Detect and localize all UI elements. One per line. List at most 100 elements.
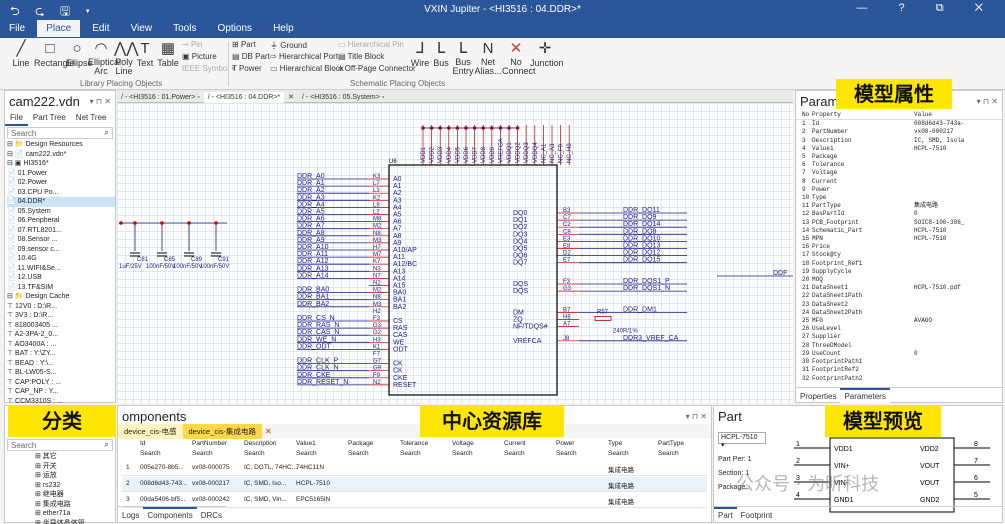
category-item[interactable]: ⊞ 运放 — [35, 471, 115, 481]
column-header[interactable]: Current — [504, 440, 526, 447]
property-row[interactable]: 28 ThreeDModel — [796, 342, 1002, 350]
column-search-input[interactable]: Search — [658, 450, 679, 457]
db-part-tool[interactable]: ▤ DB Part — [232, 52, 270, 61]
tab-footprint[interactable]: Footprint — [737, 509, 777, 522]
column-search-input[interactable]: Search — [296, 450, 317, 457]
property-row[interactable]: 14 Schematic_Part HCPL-7510 — [796, 227, 1002, 235]
column-search-input[interactable]: Search — [400, 450, 421, 457]
column-search-input[interactable]: Search — [192, 450, 213, 457]
category-item[interactable]: ⊞ rs232 — [35, 481, 115, 491]
property-row[interactable]: 16 Price — [796, 243, 1002, 251]
property-row[interactable]: 6 Tolerance — [796, 161, 1002, 169]
tree-item[interactable]: 📄 13.TF&SIM — [7, 283, 115, 293]
hierarchical-port-tool[interactable]: ⇨ Hierarchical Port — [270, 52, 338, 61]
tree-item[interactable]: ⊤ BEAD : Y:\... — [7, 359, 115, 369]
property-row[interactable]: 13 PCB_Footprint SOIC8-100-386_ — [796, 219, 1002, 227]
close-icon[interactable]: ✕ — [265, 427, 272, 436]
column-header[interactable]: Value1 — [296, 440, 316, 447]
tab-file[interactable]: File — [5, 111, 28, 126]
property-row[interactable]: 1 Id 008d6d43-743a- — [796, 120, 1002, 128]
elliptical-arc-tool[interactable]: ◠ Elliptical Arc — [88, 40, 121, 76]
column-header[interactable]: Description — [244, 440, 277, 447]
tab-drcs[interactable]: DRCs — [197, 509, 226, 522]
property-row[interactable]: 9 Power — [796, 186, 1002, 194]
property-row[interactable]: 7 Voltage — [796, 169, 1002, 177]
menu-place[interactable]: Place — [37, 20, 81, 37]
power-tool[interactable]: T Power — [232, 64, 262, 73]
property-row[interactable]: 12 BasPartId 0 — [796, 210, 1002, 218]
panel-pin-icon[interactable]: ▾ ⊓ ✕ — [90, 97, 111, 106]
tree-item[interactable]: 📄 11.WIFI&Se... — [7, 264, 115, 274]
column-header[interactable]: Voltage — [452, 440, 474, 447]
tab-lib-inductor[interactable]: device_cis-电感 — [118, 424, 183, 439]
hierarchical-pin-tool[interactable]: ▭ Hierarchical Pin — [338, 40, 404, 49]
bus-entry-tool[interactable]: ᒪ Bus Entry — [452, 40, 474, 76]
part-select[interactable]: HCPL-7510 ▾ — [718, 432, 766, 449]
tab-part-tree[interactable]: Part Tree — [28, 111, 71, 124]
property-row[interactable]: 31 FootprintRef2 — [796, 366, 1002, 374]
menu-edit[interactable]: Edit — [83, 20, 118, 37]
tree-item[interactable]: 📄 10.4G — [7, 254, 115, 264]
property-row[interactable]: 32 FootprintPath2 — [796, 375, 1002, 383]
tree-item[interactable]: ⊟ 📁 Design Resources — [7, 140, 115, 150]
junction-tool[interactable]: ✛ Junction — [530, 40, 564, 68]
property-row[interactable]: 17 Stock@ty — [796, 251, 1002, 259]
property-row[interactable]: 27 Supplier — [796, 333, 1002, 341]
tab-properties[interactable]: Properties — [796, 390, 840, 403]
property-row[interactable]: 24 DataSheet2Path — [796, 309, 1002, 317]
column-search-input[interactable]: Search — [140, 450, 161, 457]
property-row[interactable]: 11 PartType 集成电路 — [796, 202, 1002, 210]
panel-pin-icon[interactable]: ▾ ⊓ ✕ — [686, 412, 707, 421]
title-block-tool[interactable]: ▤ Title Block — [338, 52, 384, 61]
tree-item[interactable]: 📄 04.DDR* — [7, 197, 115, 207]
window-controls[interactable]: — ? ⧉ ✕ — [856, 2, 997, 15]
property-row[interactable]: 20 MOQ — [796, 276, 1002, 284]
tree-item[interactable]: 📄 01.Power — [7, 169, 115, 179]
tab-net-tree[interactable]: Net Tree — [71, 111, 112, 124]
menu-options[interactable]: Options — [209, 20, 261, 37]
part-tool[interactable]: ⊞ Part — [232, 40, 256, 49]
property-row[interactable]: 19 SupplyCycle — [796, 268, 1002, 276]
panel-pin-icon[interactable]: ▾ ⊓ ✕ — [977, 97, 998, 106]
close-icon[interactable]: ✕ — [284, 91, 298, 103]
polyline-tool[interactable]: ⋀⋀ Poly Line — [114, 40, 139, 76]
tab-logs[interactable]: Logs — [118, 509, 143, 522]
search-icon[interactable]: ⌕ — [104, 127, 109, 138]
category-item[interactable]: ⊞ 半导体晶体管 — [35, 519, 115, 524]
tree-item[interactable]: ⊤ BAT : Y:\ZY... — [7, 349, 115, 359]
line-tool[interactable]: ╱ Line — [8, 40, 34, 68]
column-search-input[interactable]: Search — [452, 450, 473, 457]
property-row[interactable]: 30 FootprintPath1 — [796, 358, 1002, 366]
no-connect-tool[interactable]: ✕ No Connect — [502, 40, 536, 76]
column-header[interactable]: Power — [556, 440, 574, 447]
bus-tool[interactable]: ᒪ Bus — [431, 40, 451, 68]
property-row[interactable]: 2 PartNumber vx08-000217 — [796, 128, 1002, 136]
category-item[interactable]: ⊞ 其它 — [35, 452, 115, 462]
tree-item[interactable]: 📄 05.System — [7, 207, 115, 217]
category-item[interactable]: ⊞ ether71a — [35, 509, 115, 519]
category-item[interactable]: ⊞ 集成电路 — [35, 500, 115, 510]
property-row[interactable]: 25 MFG AVAGO — [796, 317, 1002, 325]
tree-item[interactable]: ⊤ A2-3PA-2_0... — [7, 330, 115, 340]
column-search-input[interactable]: Search — [608, 450, 629, 457]
tree-item[interactable]: ⊤ 3V3 : D:\R... — [7, 311, 115, 321]
tab-parameters[interactable]: Parameters — [840, 388, 890, 403]
tree-item[interactable]: ⊟ 📁 Design Cache — [7, 292, 115, 302]
property-row[interactable]: 10 Type — [796, 194, 1002, 202]
property-row[interactable]: 3 Description IC, SMD, Isola — [796, 137, 1002, 145]
tree-item[interactable]: 📄 08.Sensor ... — [7, 235, 115, 245]
tree-item[interactable]: ⊤ CAP:POLY : ... — [7, 378, 115, 388]
property-row[interactable]: 29 UseCount 0 — [796, 350, 1002, 358]
tree-item[interactable]: 📄 02.Power — [7, 178, 115, 188]
category-search-input[interactable]: Search ⌕ — [7, 439, 113, 451]
net-alias-tool[interactable]: N Net Alias... — [474, 40, 502, 76]
tree-item[interactable]: 📄 12.USB — [7, 273, 115, 283]
pin-tool[interactable]: ⊸ Pin — [182, 40, 203, 49]
property-row[interactable]: 8 Current — [796, 178, 1002, 186]
tree-item[interactable]: ⊤ CAP_NP : Y... — [7, 387, 115, 397]
column-search-input[interactable]: Search — [504, 450, 525, 457]
off-page-connector-tool[interactable]: « Off-Page Connector — [338, 64, 416, 73]
tree-item[interactable]: ⊤ BL-LW05-S... — [7, 368, 115, 378]
menu-help[interactable]: Help — [264, 20, 303, 37]
tree-item[interactable]: ⊤ 12V0 : D:\R... — [7, 302, 115, 312]
